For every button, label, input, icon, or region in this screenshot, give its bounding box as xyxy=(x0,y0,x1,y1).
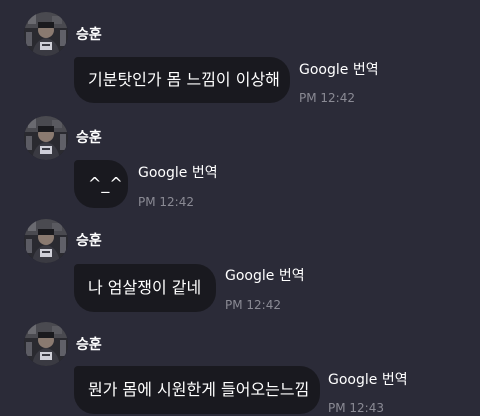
message-timestamp: PM 12:42 xyxy=(138,195,194,209)
message-timestamp: PM 12:42 xyxy=(225,298,281,312)
message-bubble[interactable]: 기분탓인가 몸 느낌이 이상해 xyxy=(74,57,290,103)
sender-name: 승훈 xyxy=(76,130,102,146)
message-timestamp: PM 12:42 xyxy=(299,91,355,105)
profile-photo-icon xyxy=(24,12,68,56)
profile-photo-icon xyxy=(24,219,68,263)
sender-name: 승훈 xyxy=(76,27,102,43)
google-translate-link[interactable]: Google 번역 xyxy=(328,371,408,389)
google-translate-link[interactable]: Google 번역 xyxy=(225,267,305,285)
google-translate-link[interactable]: Google 번역 xyxy=(299,61,379,79)
message-bubble[interactable]: 뭔가 몸에 시원한게 들어오는느낌 xyxy=(74,366,320,414)
sender-avatar[interactable] xyxy=(24,219,68,263)
profile-photo-icon xyxy=(24,116,68,160)
message-bubble[interactable]: 나 엄살쟁이 같네 xyxy=(74,264,216,312)
profile-photo-icon xyxy=(24,322,68,366)
message-timestamp: PM 12:43 xyxy=(328,401,384,415)
sender-name: 승훈 xyxy=(76,337,102,353)
sender-name: 승훈 xyxy=(76,233,102,249)
sender-avatar[interactable] xyxy=(24,116,68,160)
sender-avatar[interactable] xyxy=(24,322,68,366)
message-bubble[interactable]: ^_^ xyxy=(74,160,128,208)
sender-avatar[interactable] xyxy=(24,12,68,56)
google-translate-link[interactable]: Google 번역 xyxy=(138,164,218,182)
